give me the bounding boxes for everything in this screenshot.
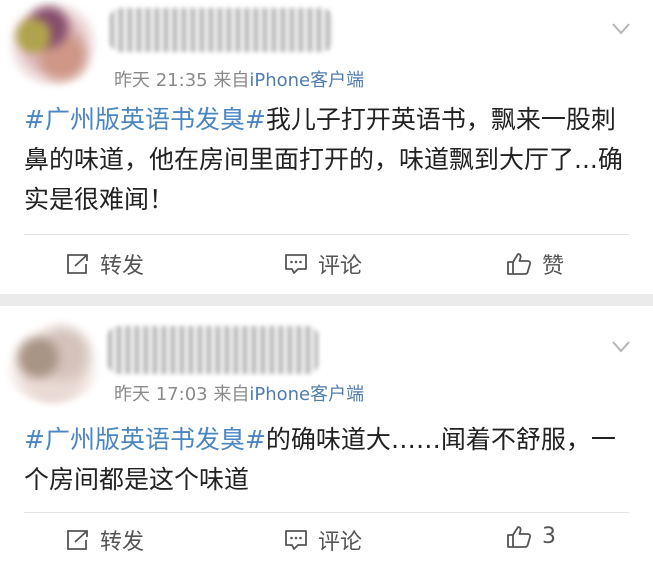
like-label: 赞 — [542, 254, 565, 279]
post-source[interactable]: iPhone客户端 — [249, 70, 364, 91]
repost-icon — [67, 254, 88, 274]
weibo-post: 昨天 17:03 来自iPhone客户端 #广州版英语书发臭#的确味道大……闻着… — [0, 306, 653, 574]
post-meta: 昨天 17:03 来自iPhone客户端 — [114, 380, 364, 406]
username-redacted — [108, 326, 318, 374]
comment-button[interactable]: 评论 — [284, 524, 362, 556]
like-count: 3 — [542, 524, 556, 549]
avatar[interactable] — [4, 320, 102, 404]
divider — [24, 512, 629, 513]
source-prefix: 来自 — [213, 70, 250, 91]
divider — [24, 234, 629, 235]
post-source[interactable]: iPhone客户端 — [249, 384, 364, 405]
thumbs-up-icon — [507, 525, 532, 548]
post-content: #广州版英语书发臭#我儿子打开英语书，飘来一股刺鼻的味道，他在房间里面打开的，味… — [24, 100, 634, 220]
username-redacted — [110, 8, 332, 52]
chevron-down-icon[interactable] — [611, 340, 631, 354]
comment-icon — [285, 530, 307, 550]
comment-label: 评论 — [318, 530, 363, 555]
topic-link[interactable]: #广州版英语书发臭# — [24, 105, 266, 134]
post-time: 昨天 21:35 — [114, 70, 208, 91]
comment-button[interactable]: 评论 — [284, 248, 362, 280]
source-prefix: 来自 — [213, 384, 250, 405]
weibo-feed: 昨天 21:35 来自iPhone客户端 #广州版英语书发臭#我儿子打开英语书，… — [0, 0, 653, 574]
like-button[interactable]: 3 — [506, 524, 556, 549]
topic-link[interactable]: #广州版英语书发臭# — [24, 425, 266, 454]
chevron-down-icon[interactable] — [611, 22, 631, 36]
repost-button[interactable]: 转发 — [66, 524, 144, 556]
post-time: 昨天 17:03 — [114, 384, 208, 405]
comment-label: 评论 — [318, 254, 363, 279]
thumbs-up-icon — [507, 253, 532, 275]
comment-icon — [285, 254, 307, 274]
avatar[interactable] — [4, 2, 102, 86]
weibo-post: 昨天 21:35 来自iPhone客户端 #广州版英语书发臭#我儿子打开英语书，… — [0, 0, 653, 294]
post-meta: 昨天 21:35 来自iPhone客户端 — [114, 66, 364, 92]
repost-label: 转发 — [100, 254, 145, 279]
repost-label: 转发 — [100, 530, 145, 555]
post-content: #广州版英语书发臭#的确味道大……闻着不舒服，一个房间都是这个味道 — [24, 420, 634, 500]
repost-button[interactable]: 转发 — [66, 248, 144, 280]
repost-icon — [67, 530, 88, 550]
like-button[interactable]: 赞 — [506, 248, 564, 280]
